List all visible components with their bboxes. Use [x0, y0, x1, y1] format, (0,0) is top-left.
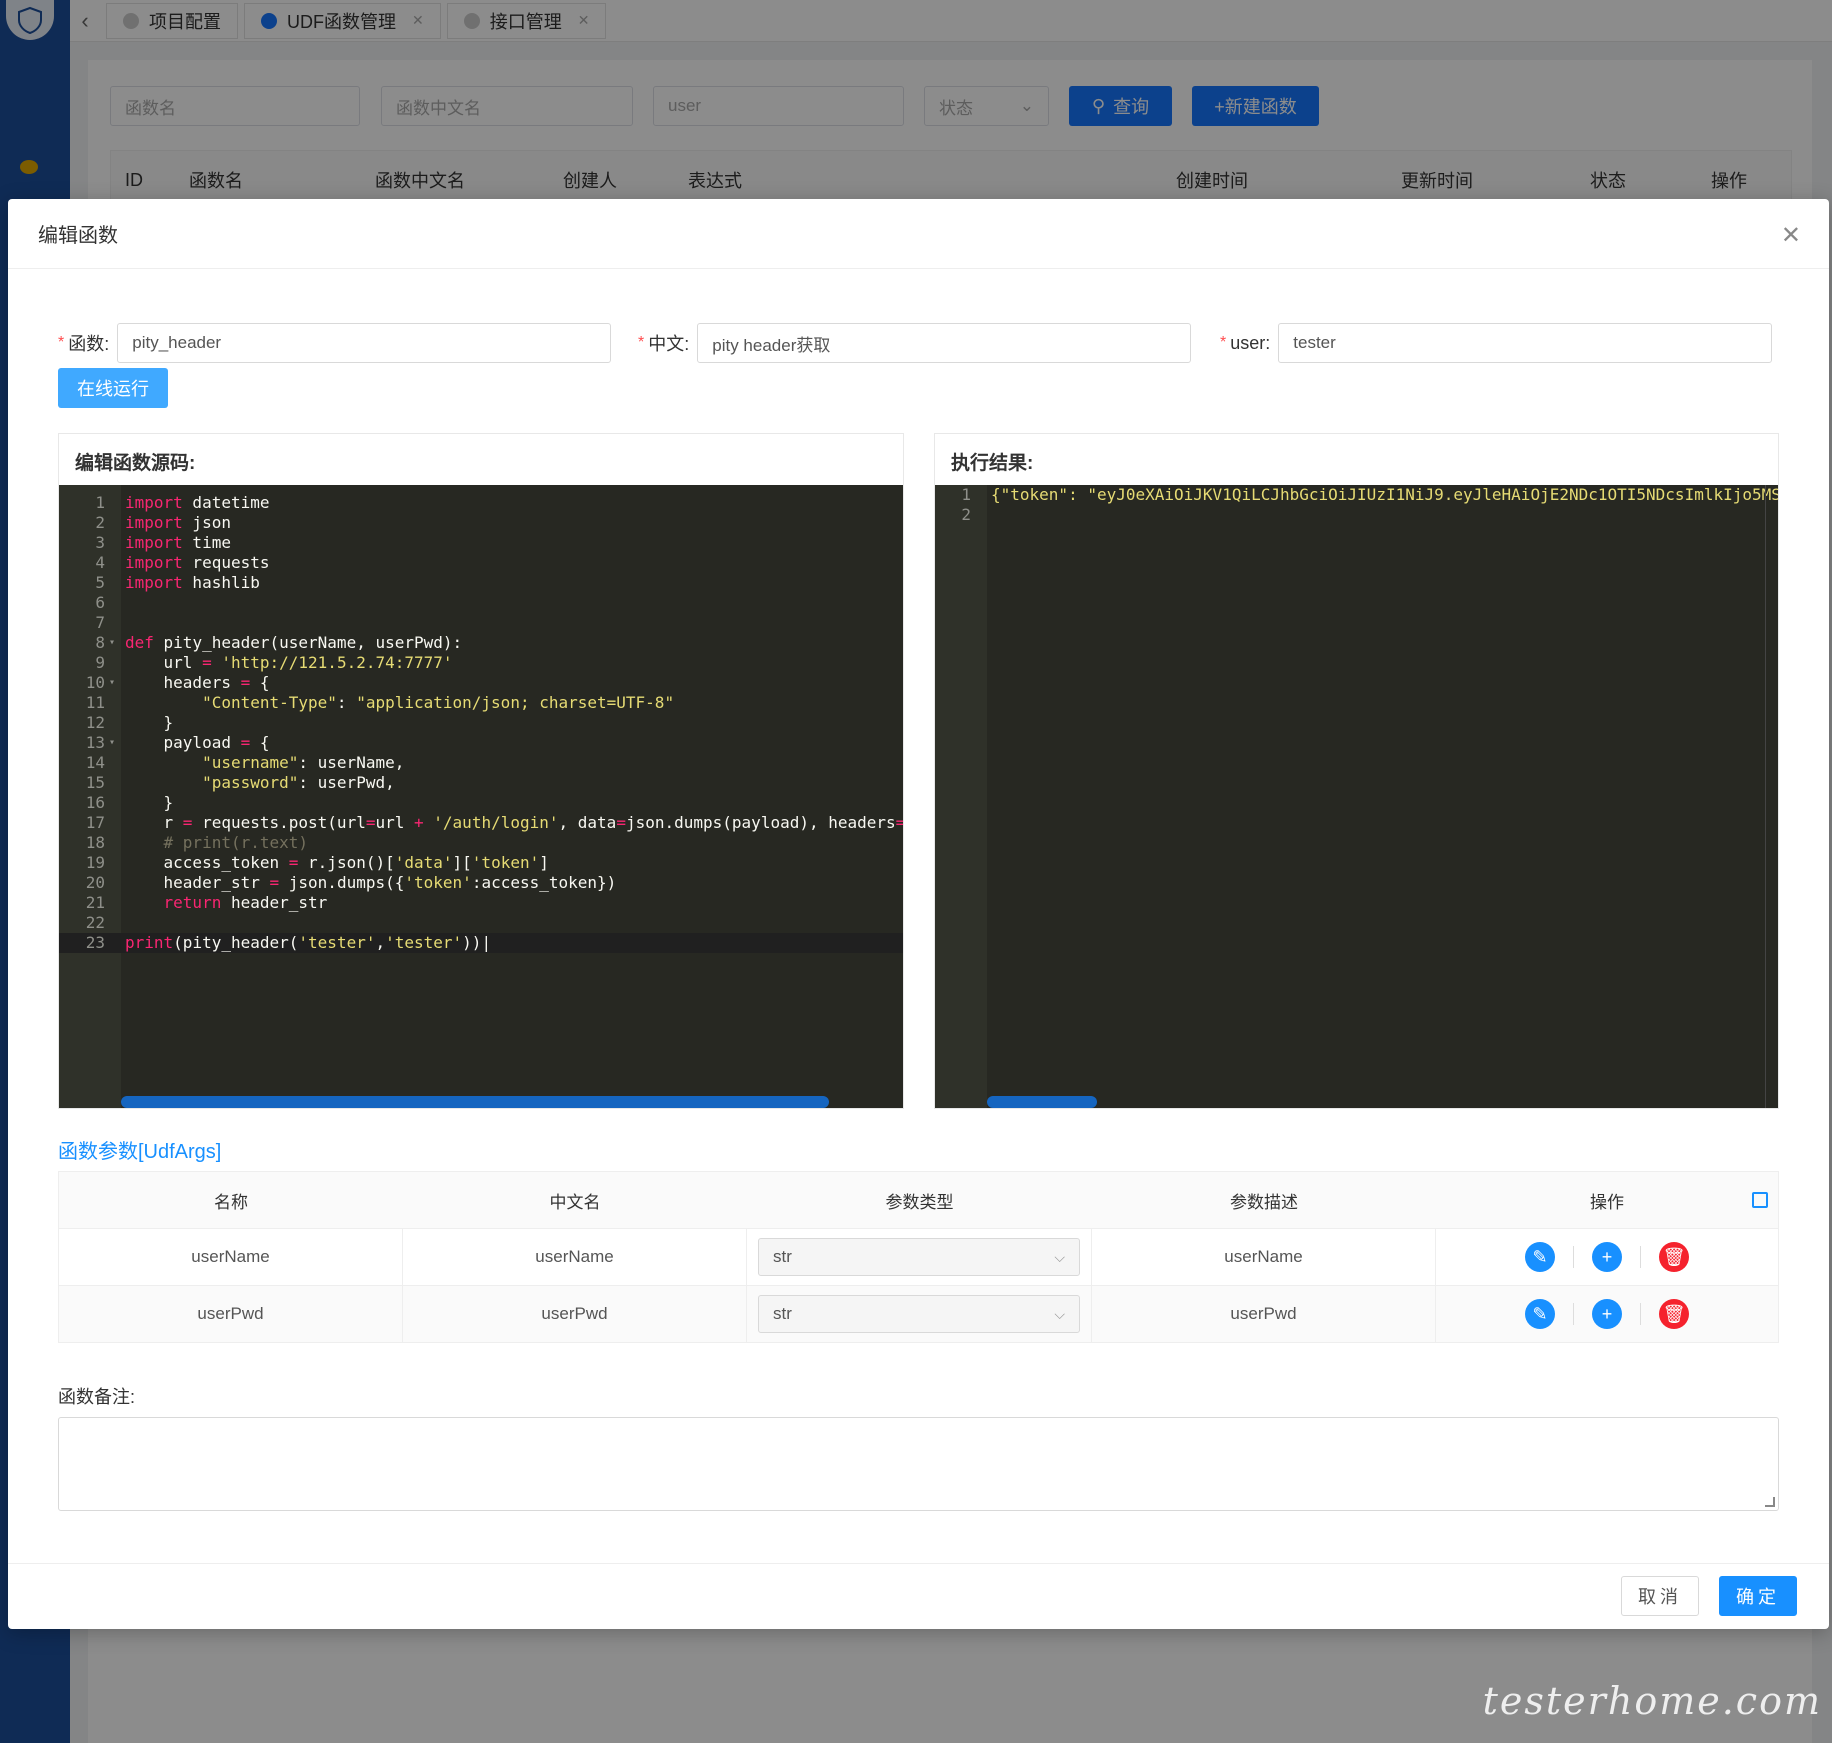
func-name-label: 函数: — [68, 334, 110, 354]
arg-type-value: str — [773, 1247, 792, 1266]
arg-type-cell: str ⌵ — [747, 1229, 1092, 1285]
arg-actions: ✎ + 🗑 — [1436, 1229, 1778, 1285]
divider — [1573, 1246, 1574, 1268]
modal-footer: 取消 确定 — [8, 1563, 1829, 1629]
arg-cn: userPwd — [403, 1286, 747, 1342]
source-panel-title: 编辑函数源码: — [75, 453, 196, 474]
required-mark: * — [638, 334, 645, 351]
edit-function-modal: 编辑函数 ✕ * 函数: pity_header * 中文: pity head… — [8, 199, 1829, 1629]
delete-icon[interactable]: 🗑 — [1659, 1242, 1689, 1272]
close-icon[interactable]: ✕ — [1781, 221, 1801, 250]
chevron-down-icon: ⌵ — [1054, 1305, 1065, 1322]
delete-icon[interactable]: 🗑 — [1659, 1299, 1689, 1329]
arg-name: userName — [59, 1229, 403, 1285]
remark-textarea[interactable] — [58, 1417, 1779, 1511]
arg-cn: userName — [403, 1229, 747, 1285]
resize-handle-icon[interactable] — [1765, 1497, 1775, 1507]
func-cn-label: 中文: — [648, 334, 690, 354]
arg-type-cell: str ⌵ — [747, 1286, 1092, 1342]
column-header: 中文名 — [549, 1192, 601, 1212]
code-editor[interactable]: 1 import datetime 2 import json 3 import ti… — [59, 485, 903, 1108]
arg-actions: ✎ + 🗑 — [1436, 1286, 1778, 1342]
func-cn-item: * 中文: pity header获取 — [638, 322, 1192, 364]
user-item: * user: tester — [1220, 322, 1773, 364]
args-table-header: 名称 中文名 参数类型 参数描述 操作 — [59, 1172, 1778, 1228]
table-row: userName userName str ⌵ userName ✎ + 🗑 — [59, 1228, 1778, 1285]
add-icon[interactable]: + — [1592, 1242, 1622, 1272]
column-settings-icon[interactable] — [1752, 1192, 1768, 1208]
user-label: user: — [1230, 332, 1271, 353]
table-row: userPwd userPwd str ⌵ userPwd ✎ + 🗑 — [59, 1285, 1778, 1342]
horizontal-scrollbar[interactable] — [987, 1096, 1097, 1108]
required-mark: * — [1220, 334, 1227, 351]
column-header: 参数描述 — [1230, 1192, 1298, 1212]
watermark: testerhome.com — [1482, 1679, 1822, 1723]
edit-icon[interactable]: ✎ — [1525, 1299, 1555, 1329]
func-name-input[interactable]: pity_header — [117, 323, 612, 363]
column-header-label: 操作 — [1590, 1192, 1624, 1212]
edit-icon[interactable]: ✎ — [1525, 1242, 1555, 1272]
chevron-down-icon: ⌵ — [1054, 1248, 1065, 1265]
result-panel-title: 执行结果: — [951, 453, 1034, 474]
line-gutter — [935, 485, 987, 1108]
source-panel: 编辑函数源码: 1 import datetime 2 import json 3i… — [58, 433, 904, 1109]
cancel-button[interactable]: 取消 — [1621, 1576, 1699, 1616]
modal-header: 编辑函数 — [8, 199, 1829, 269]
func-name-value: pity_header — [132, 333, 222, 352]
divider — [1640, 1303, 1641, 1325]
result-line: {"token": "eyJ0eXAiOiJKV1QiLCJhbGciOiJIU… — [991, 485, 1778, 504]
function-form: * 函数: pity_header * 中文: pity header获取 * … — [58, 322, 1779, 364]
column-header: 参数类型 — [885, 1192, 954, 1212]
horizontal-scrollbar[interactable] — [121, 1096, 829, 1108]
args-table: 名称 中文名 参数类型 参数描述 操作 userName userName st… — [58, 1171, 1779, 1343]
arg-type-value: str — [773, 1304, 792, 1323]
divider — [1573, 1303, 1574, 1325]
func-cn-input[interactable]: pity header获取 — [697, 323, 1192, 363]
arg-desc: userPwd — [1092, 1286, 1436, 1342]
column-header: 操作 — [1436, 1172, 1778, 1228]
arg-desc: userName — [1092, 1229, 1436, 1285]
required-mark: * — [58, 334, 65, 351]
user-input[interactable]: tester — [1278, 323, 1773, 363]
result-editor[interactable]: 1 {"token": "eyJ0eXAiOiJKV1QiLCJhbGciOiJI… — [935, 485, 1778, 1108]
add-icon[interactable]: + — [1592, 1299, 1622, 1329]
column-header: 名称 — [214, 1192, 248, 1212]
confirm-button[interactable]: 确定 — [1719, 1576, 1797, 1616]
arg-type-select[interactable]: str ⌵ — [758, 1295, 1080, 1333]
args-section-title: 函数参数[UdfArgs] — [58, 1141, 222, 1163]
vertical-scrollbar[interactable] — [1765, 485, 1766, 1108]
divider — [1640, 1246, 1641, 1268]
arg-name: userPwd — [59, 1286, 403, 1342]
remark-label: 函数备注: — [58, 1387, 136, 1407]
func-cn-value: pity header获取 — [712, 335, 831, 355]
func-name-item: * 函数: pity_header — [58, 322, 612, 364]
arg-type-select[interactable]: str ⌵ — [758, 1238, 1080, 1276]
run-online-button[interactable]: 在线运行 — [58, 368, 168, 408]
result-panel: 执行结果: 1 {"token": "eyJ0eXAiOiJKV1QiLCJhbG… — [934, 433, 1779, 1109]
user-value: tester — [1293, 333, 1336, 352]
modal-title: 编辑函数 — [38, 225, 118, 247]
